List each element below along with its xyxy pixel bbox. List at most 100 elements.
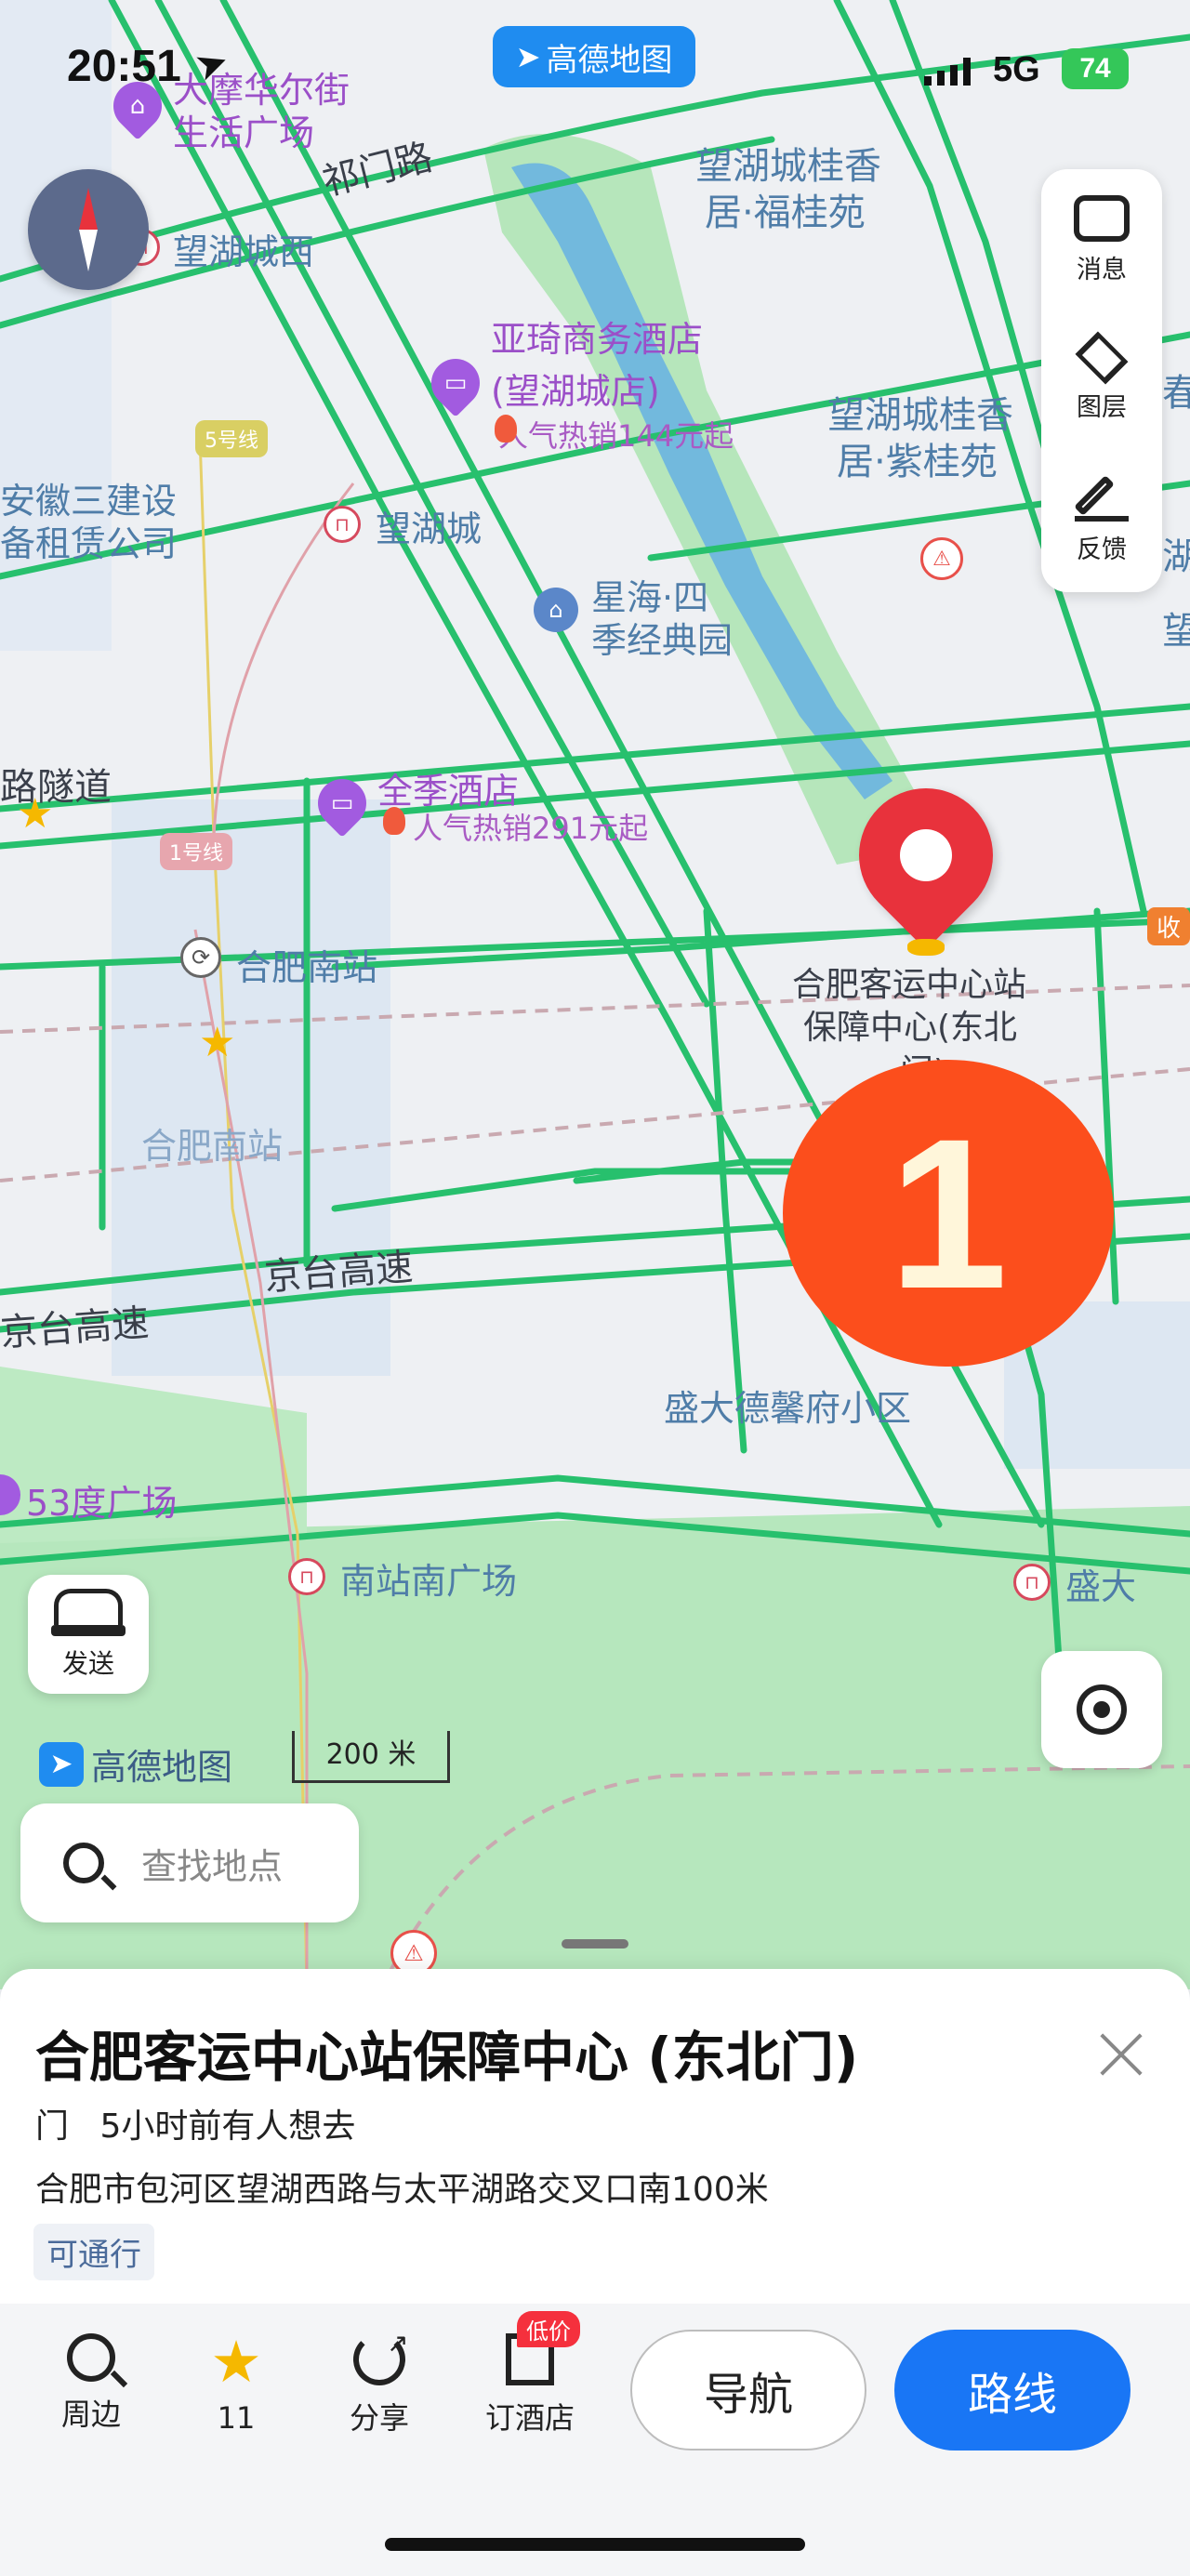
book-hotel-button[interactable]: 低价 订酒店: [465, 2311, 595, 2437]
metro-line-1-label: 1号线: [160, 833, 232, 870]
layers-label: 图层: [1077, 392, 1127, 422]
map-label-shengda[interactable]: 盛大: [1065, 1558, 1136, 1609]
navigate-button[interactable]: 导航: [630, 2330, 866, 2451]
metro-line-5-label: 5号线: [195, 420, 268, 457]
favorite-button[interactable]: ★ 11: [180, 2328, 292, 2437]
home-indicator: [385, 2538, 805, 2551]
map-label-jingtai-expressway: 京台高速: [262, 1246, 415, 1300]
place-tag: 可通行: [33, 2224, 154, 2280]
feedback-label: 反馈: [1077, 535, 1127, 564]
amap-logo-icon: ➤: [39, 1741, 84, 1787]
hotel-poi-icon[interactable]: ▭: [308, 769, 377, 838]
route-label: 路线: [967, 2369, 1057, 2421]
search-placeholder[interactable]: 查找地点: [141, 1838, 283, 1889]
step-number-badge: 1: [783, 1060, 1114, 1367]
place-address: 合肥市包河区望湖西路与太平湖路交叉口南100米: [35, 2171, 769, 2209]
locate-me-button[interactable]: [1041, 1651, 1162, 1768]
app-badge-label: 高德地图: [546, 41, 673, 79]
nearby-label: 周边: [60, 2397, 121, 2432]
layers-button[interactable]: 图层: [1041, 310, 1162, 448]
map-label-anhui-2[interactable]: 备租赁公司: [0, 515, 177, 566]
map-label-yaqi-promo: 人气热销144元起: [498, 418, 734, 454]
battery-level: 74: [1079, 53, 1111, 84]
destination-marker-dot: [900, 829, 952, 881]
network-label: 5G: [993, 50, 1040, 89]
map-label-destination-2[interactable]: 保障中心(东北: [803, 1000, 1017, 1049]
map-label-destination-1[interactable]: 合肥客运中心站: [792, 958, 1026, 1006]
status-time: 20:51: [67, 42, 181, 91]
share-icon: ↗: [353, 2328, 408, 2385]
close-icon[interactable]: [1093, 2027, 1149, 2082]
send-to-car-button[interactable]: 发送: [28, 1575, 149, 1694]
hotel-badge: 低价: [517, 2311, 580, 2347]
search-box[interactable]: 查找地点: [20, 1803, 359, 1922]
star-poi-icon[interactable]: ★: [199, 1019, 235, 1066]
hotel-poi-icon[interactable]: ▭: [421, 349, 490, 417]
favorite-count: 11: [217, 2400, 256, 2436]
amap-logo: ➤ 高德地图: [39, 1738, 232, 1790]
metro-station-icon[interactable]: ⊓: [288, 1558, 325, 1595]
map-label-wanghu-west[interactable]: 望湖城西: [173, 223, 314, 274]
nearby-button[interactable]: 周边: [35, 2333, 147, 2434]
star-poi-icon[interactable]: ★: [17, 790, 53, 838]
map-label-hefei-south-area: 合肥南站: [141, 1126, 284, 1167]
location-arrow-icon: ➤: [188, 36, 235, 91]
messages-label: 消息: [1077, 255, 1127, 284]
map-label-yaqi-hotel[interactable]: 亚琦商务酒店: [491, 310, 703, 362]
map-label-wanghucheng[interactable]: 望湖城: [376, 500, 482, 551]
map-label-partial-hu: 湖: [1162, 535, 1190, 578]
share-button[interactable]: ↗ 分享: [324, 2328, 435, 2437]
map-label-wanghu-zigui-2[interactable]: 居·紫桂苑: [837, 431, 998, 485]
compass-needle-icon: [79, 188, 98, 230]
step-number-text: 1: [889, 1093, 1008, 1333]
metro-station-icon[interactable]: ⊓: [1013, 1564, 1051, 1601]
map-tools-panel: 消息 图层 反馈: [1041, 169, 1162, 592]
navigate-label: 导航: [703, 2369, 793, 2421]
amap-logo-text: 高德地图: [91, 1747, 233, 1788]
place-title: 合肥客运中心站保障中心 (东北门): [35, 2026, 859, 2089]
map-label-shengda-dexin[interactable]: 盛大德馨府小区: [664, 1380, 911, 1431]
map-label-yaqi-branch[interactable]: (望湖城店): [491, 363, 660, 414]
compass-button[interactable]: [28, 169, 149, 290]
map-label-partial-wang: 望: [1162, 610, 1190, 653]
star-icon: ★: [210, 2328, 262, 2396]
layers-icon: [1075, 331, 1129, 384]
map-label-jingtai-expressway-2: 京台高速: [0, 1301, 151, 1355]
hotel-label: 订酒店: [484, 2400, 575, 2436]
feedback-icon: [1074, 469, 1129, 522]
map-label-quanji-promo: 人气热销291元起: [413, 811, 649, 846]
railway-station-icon[interactable]: ⟳: [180, 937, 221, 978]
signal-icon: [924, 56, 972, 86]
construction-icon: ⚠: [920, 537, 963, 580]
map-label-xinghai-2[interactable]: 季经典园: [591, 612, 733, 663]
destination-base-icon: [907, 939, 945, 956]
map-label-wanghu-fugui-2[interactable]: 居·福桂苑: [705, 182, 866, 236]
car-icon: [54, 1588, 123, 1625]
message-icon: [1074, 194, 1130, 242]
map-canvas[interactable]: ⌂ 大摩华尔街 生活广场 祁门路 望湖城桂香 居·福桂苑 ⊓ 望湖城西 亚琦商务…: [0, 0, 1190, 1989]
app-switch-badge[interactable]: ➤ 高德地图: [493, 26, 695, 87]
place-category: 门: [35, 2107, 70, 2146]
place-popularity: 5小时前有人想去: [99, 2107, 356, 2146]
map-scale-text: 200 米: [325, 1738, 416, 1771]
metro-station-icon[interactable]: ⊓: [324, 506, 361, 543]
messages-button[interactable]: 消息: [1041, 171, 1162, 309]
map-label-south-square[interactable]: 南站南广场: [340, 1552, 517, 1604]
app-badge-icon: ➤: [515, 39, 541, 74]
fire-icon: [383, 807, 405, 835]
search-icon: [67, 2333, 128, 2388]
battery-icon: 74: [1062, 48, 1129, 89]
crosshair-icon: [1077, 1684, 1127, 1735]
map-scale: 200 米: [292, 1731, 450, 1783]
fire-icon: [495, 415, 517, 443]
drag-handle[interactable]: [562, 1939, 628, 1949]
map-label-53-square[interactable]: 53度广场: [26, 1474, 177, 1526]
feedback-button[interactable]: 反馈: [1041, 448, 1162, 586]
map-label-partial-chun: 春: [1162, 372, 1190, 415]
search-icon: [63, 1843, 117, 1891]
place-meta: 门 5小时前有人想去: [35, 2099, 355, 2147]
map-label-hefei-south-station[interactable]: 合肥南站: [236, 939, 377, 990]
status-bar: 20:51 ➤ ➤ 高德地图 5G 74: [0, 0, 1190, 130]
route-button[interactable]: 路线: [894, 2330, 1130, 2451]
residential-pin-icon[interactable]: ⌂: [534, 588, 578, 632]
